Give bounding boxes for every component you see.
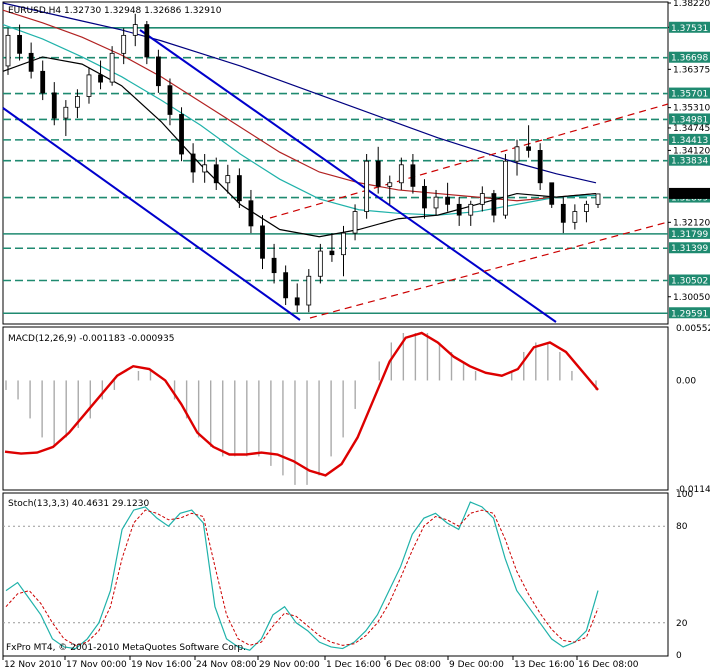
time-axis: 12 Nov 2010 17 Nov 00:00 19 Nov 16:00 24 No… (2, 656, 639, 670)
candle-body (294, 297, 300, 306)
candle-body (560, 203, 566, 223)
candle-body (155, 56, 161, 87)
candle-body (144, 24, 150, 58)
candle-body (341, 232, 346, 256)
candle-body (63, 106, 69, 119)
price-tick-label: 1.30050 (673, 293, 710, 303)
level-label: 1.30502 (671, 277, 708, 287)
candle-body (28, 52, 34, 72)
price-header: EURUSD,H4 1.32730 1.32948 1.32686 1.3291… (8, 6, 222, 16)
candle-body (51, 92, 57, 119)
stoch-tick-label: 20 (676, 619, 688, 629)
candle-body (526, 146, 531, 151)
level-label: 1.34413 (671, 136, 708, 146)
time-tick-label: 13 Dec 16:00 (514, 660, 575, 670)
candle-body (456, 203, 462, 216)
candle-body (595, 193, 601, 205)
time-tick-label: 12 Nov 2010 (4, 660, 62, 670)
candle-body (410, 164, 416, 187)
candle-body (213, 164, 219, 184)
candle-body (225, 175, 231, 184)
candle-body (398, 164, 404, 184)
candle-body (537, 150, 543, 184)
time-tick-label: 6 Dec 08:00 (386, 660, 441, 670)
candle-body (109, 52, 115, 83)
candle-body (260, 225, 265, 259)
candle-body (433, 196, 439, 209)
candle-body (317, 250, 323, 277)
candle-body (75, 96, 80, 108)
mt4-chart: 1.382201.375451.363751.353101.347451.341… (2, 0, 710, 670)
time-tick-label: 24 Nov 08:00 (196, 660, 257, 670)
time-tick-label: 17 Nov 00:00 (66, 660, 127, 670)
candle-body (491, 193, 497, 216)
level-label: 1.37531 (671, 24, 708, 34)
candle-body (352, 211, 358, 234)
macd-tick-label: 0.005525 (676, 324, 710, 334)
candle-body (445, 196, 451, 205)
candle-body (190, 153, 196, 173)
candle-body (329, 250, 335, 256)
price-panel-frame (2, 1, 669, 325)
candle-body (364, 160, 370, 212)
stoch-title: Stoch(13,3,3) 40.4631 29.1230 (8, 499, 149, 509)
candle-body (375, 160, 381, 187)
candle-body (549, 182, 555, 205)
stoch-tick-label: 80 (676, 522, 688, 532)
level-label: 1.29591 (671, 309, 708, 319)
level-label: 1.35701 (671, 90, 708, 100)
current-price-tag (669, 187, 710, 199)
candle-body (86, 74, 92, 97)
candle-body (468, 203, 474, 216)
time-tick-label: 19 Nov 16:00 (131, 660, 192, 670)
price-tick-label: 1.32120 (673, 218, 710, 228)
level-label: 1.31399 (671, 244, 708, 254)
time-tick-label: 29 Nov 00:00 (259, 660, 320, 670)
candle-body (387, 182, 393, 187)
price-tick-label: 1.35310 (673, 104, 710, 114)
candle-body (572, 211, 578, 223)
candle-body (584, 203, 589, 212)
candle-body (503, 160, 508, 216)
candle-body (5, 34, 11, 67)
level-label: 1.34981 (671, 115, 708, 125)
time-tick-label: 16 Dec 08:00 (578, 660, 639, 670)
candle-body (271, 257, 277, 274)
candle-body (40, 70, 46, 94)
candle-body (179, 114, 184, 155)
stoch-tick-label: 0 (676, 651, 682, 661)
price-tick-label: 1.38220 (673, 0, 710, 9)
candle-body (121, 34, 127, 54)
candle-body (248, 200, 254, 227)
candle-body (514, 146, 520, 162)
candle-body (98, 74, 103, 83)
candle-body (132, 24, 138, 36)
time-tick-label: 9 Dec 00:00 (449, 660, 504, 670)
stoch-tick-label: 100 (676, 490, 693, 500)
macd-title: MACD(12,26,9) -0.001183 -0.000935 (8, 334, 174, 344)
candle-body (236, 175, 242, 202)
stoch-panel-frame (2, 492, 669, 657)
macd-tick-label: 0.00 (676, 376, 696, 386)
level-label: 1.33834 (671, 157, 708, 167)
candle-body (202, 164, 208, 173)
stoch-axis: 100 80 20 0 (676, 490, 693, 661)
macd-axis: 0.0055250.00-0.011433 (676, 324, 710, 495)
candle-body (167, 85, 173, 115)
price-tick-label: 1.36375 (673, 65, 710, 75)
level-label: 1.31799 (671, 230, 708, 240)
candle-body (283, 272, 289, 299)
price-axis[interactable]: 1.382201.375451.363751.353101.347451.341… (668, 0, 710, 319)
candle-body (17, 34, 22, 54)
time-tick-label: 1 Dec 16:00 (326, 660, 381, 670)
level-label: 1.36698 (671, 54, 708, 64)
candle-body (479, 193, 485, 205)
copyright: FxPro MT4, © 2001-2010 MetaQuotes Softwa… (6, 643, 246, 653)
candle-body (422, 185, 427, 209)
candle-body (306, 275, 312, 306)
macd-panel-frame (2, 326, 669, 491)
